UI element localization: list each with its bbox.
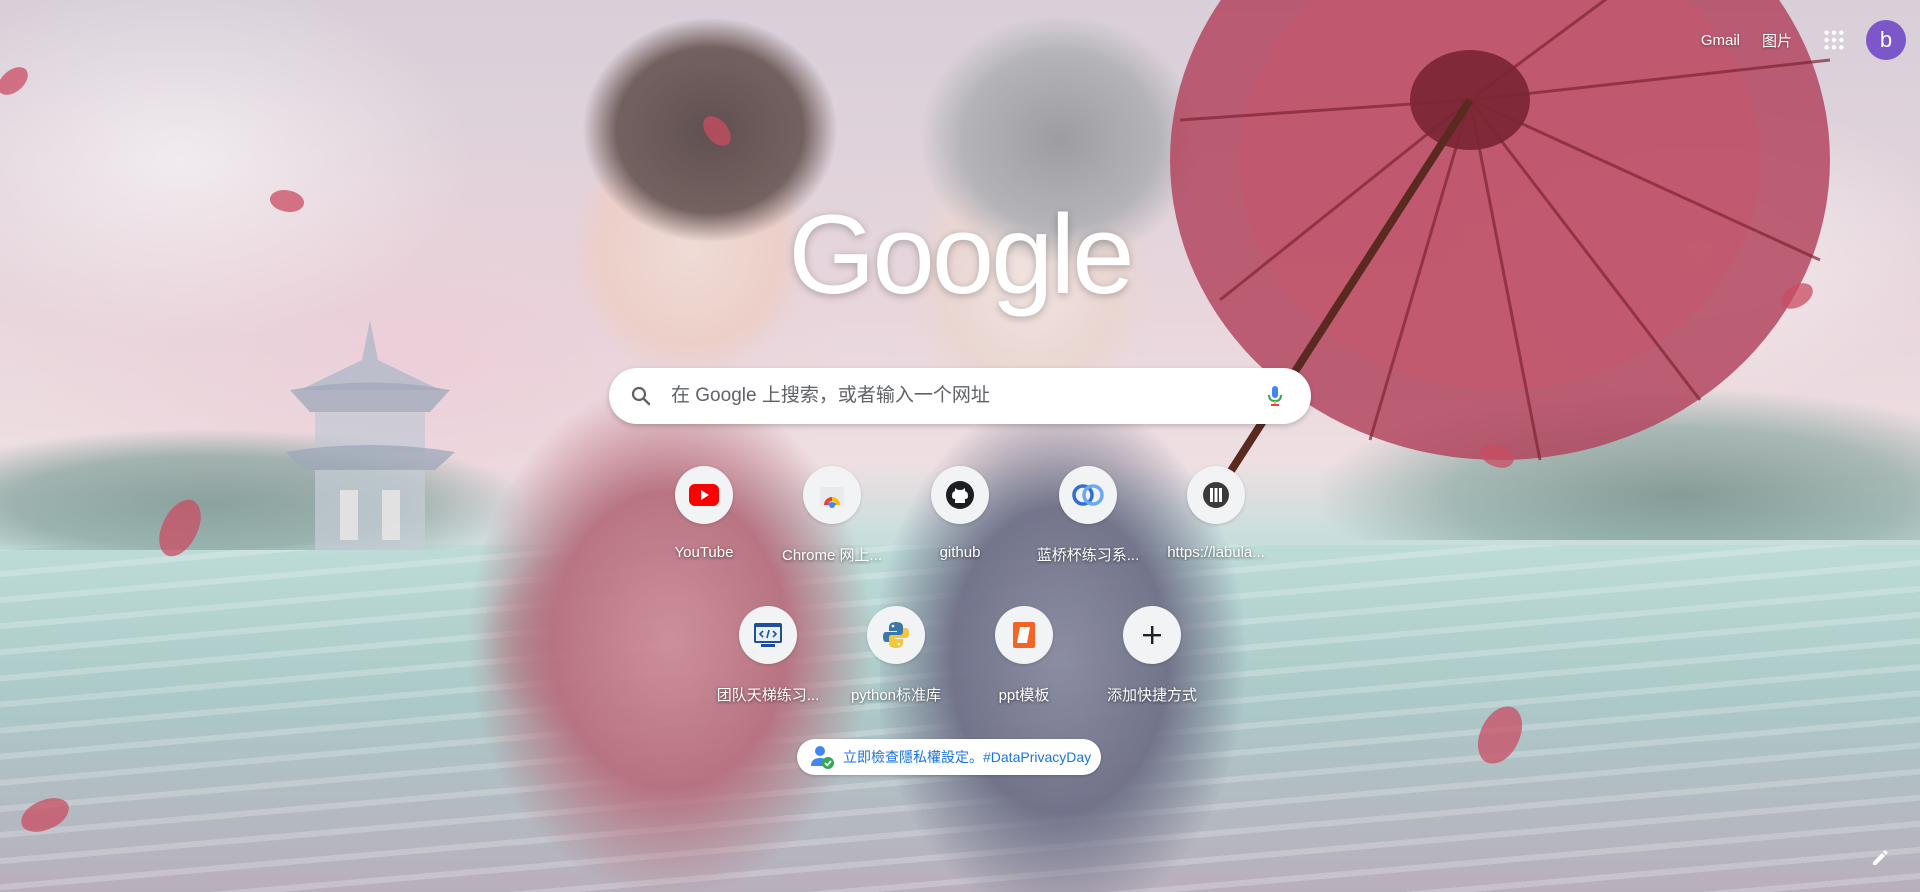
chrome-web-store-icon bbox=[820, 487, 844, 508]
search-box[interactable] bbox=[609, 368, 1311, 424]
shortcuts-grid: YouTube Chrome 网上... github 蓝桥杯练习系... ht… bbox=[640, 462, 1280, 742]
shortcut-label: 团队天梯练习... bbox=[716, 687, 820, 704]
python-icon bbox=[883, 622, 909, 648]
shortcut-label: 蓝桥杯练习系... bbox=[1036, 547, 1140, 564]
shortcuts-row: YouTube Chrome 网上... github 蓝桥杯练习系... ht… bbox=[640, 462, 1280, 602]
google-logo: Google bbox=[788, 192, 1134, 317]
apps-grid-icon bbox=[1824, 30, 1844, 50]
search-input[interactable] bbox=[669, 384, 1263, 408]
shortcut-icon-wrap bbox=[1123, 606, 1181, 664]
labuladong-icon bbox=[1203, 482, 1229, 508]
pencil-icon bbox=[1873, 850, 1888, 865]
top-bar: Gmail 图片 b bbox=[1701, 0, 1920, 80]
shortcut-chrome-web-store[interactable]: Chrome 网上... bbox=[776, 462, 888, 574]
privacy-checkup-icon bbox=[811, 746, 834, 769]
youtube-icon bbox=[689, 484, 719, 506]
shortcut-label: ppt模板 bbox=[998, 687, 1050, 704]
gmail-link[interactable]: Gmail bbox=[1701, 32, 1740, 49]
github-icon bbox=[946, 481, 974, 509]
add-shortcut-button[interactable]: 添加快捷方式 bbox=[1096, 602, 1208, 714]
shortcut-lanqiao[interactable]: 蓝桥杯练习系... bbox=[1032, 462, 1144, 574]
shortcut-icon-wrap bbox=[867, 606, 925, 664]
shortcut-github[interactable]: github bbox=[904, 462, 1016, 574]
shortcut-label: Chrome 网上... bbox=[781, 547, 883, 564]
shortcut-icon-wrap bbox=[931, 466, 989, 524]
shortcut-label: YouTube bbox=[674, 544, 734, 561]
google-apps-button[interactable] bbox=[1814, 20, 1854, 60]
images-link[interactable]: 图片 bbox=[1762, 30, 1792, 51]
shortcuts-row: 团队天梯练习... python标准库 ppt模板 添加快捷方式 bbox=[640, 602, 1280, 742]
shortcut-label: python标准库 bbox=[850, 687, 942, 704]
shortcut-label: 添加快捷方式 bbox=[1106, 687, 1197, 704]
plus-icon bbox=[1143, 626, 1161, 644]
code-window-icon bbox=[754, 623, 782, 647]
ppt-template-icon bbox=[1013, 622, 1035, 648]
account-avatar[interactable]: b bbox=[1866, 20, 1906, 60]
shortcut-labuladong[interactable]: https://labula... bbox=[1160, 462, 1272, 574]
shortcut-icon-wrap bbox=[675, 466, 733, 524]
shortcut-icon-wrap bbox=[995, 606, 1053, 664]
privacy-promo-text: 立即檢查隱私權設定。#DataPrivacyDay bbox=[843, 749, 1092, 765]
shortcut-python-stdlib[interactable]: python标准库 bbox=[840, 602, 952, 714]
shortcut-label: https://labula... bbox=[1167, 544, 1265, 561]
shortcut-icon-wrap bbox=[1059, 466, 1117, 524]
shortcut-label: github bbox=[939, 544, 981, 561]
privacy-promo-chip[interactable]: 立即檢查隱私權設定。#DataPrivacyDay bbox=[797, 739, 1102, 775]
shortcut-icon-wrap bbox=[739, 606, 797, 664]
shortcut-icon-wrap bbox=[1187, 466, 1245, 524]
shortcut-ppt-template[interactable]: ppt模板 bbox=[968, 602, 1080, 714]
search-icon bbox=[631, 386, 651, 406]
shortcut-team-ladder[interactable]: 团队天梯练习... bbox=[712, 602, 824, 714]
lanqiao-icon bbox=[1072, 484, 1104, 506]
customize-button[interactable] bbox=[1864, 842, 1896, 874]
shortcut-youtube[interactable]: YouTube bbox=[648, 462, 760, 574]
microphone-icon[interactable] bbox=[1263, 384, 1287, 408]
shortcut-icon-wrap bbox=[803, 466, 861, 524]
